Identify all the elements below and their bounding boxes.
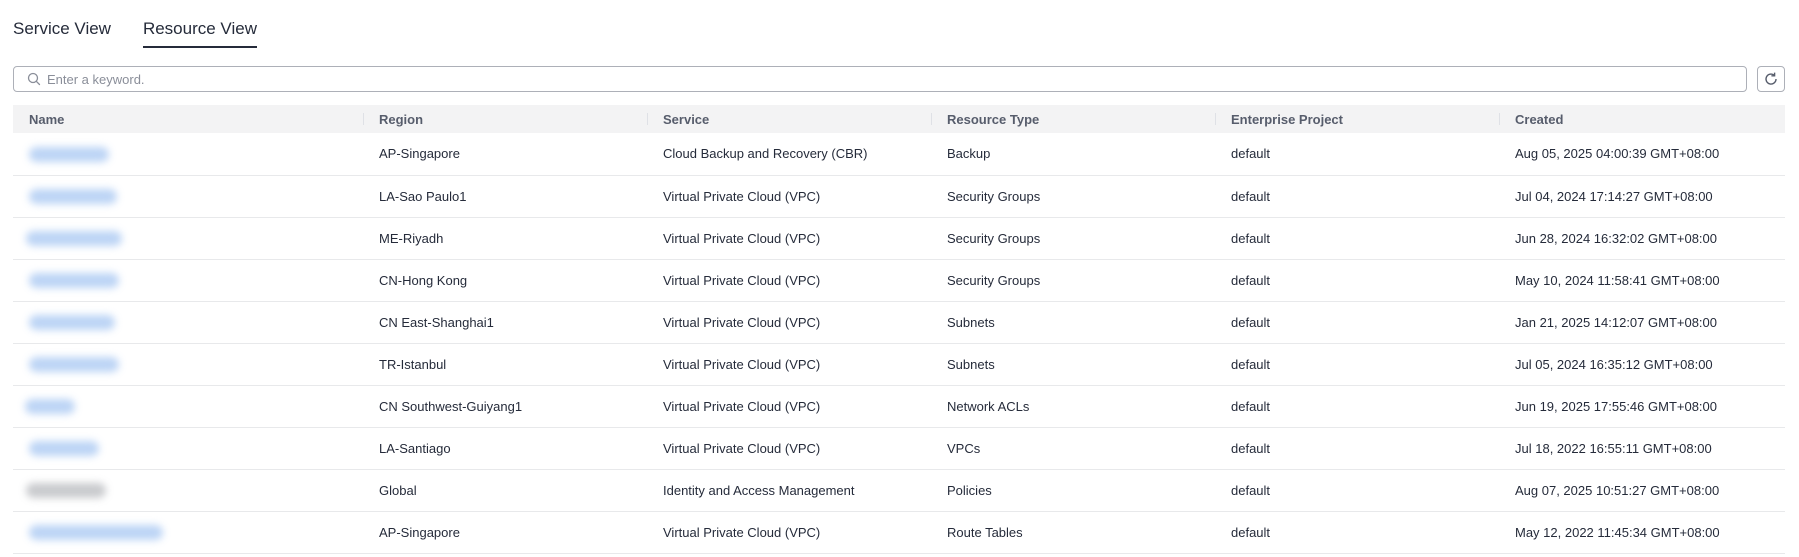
column-header-enterprise-project[interactable]: Enterprise Project	[1215, 105, 1499, 133]
cell-created: May 12, 2022 11:45:34 GMT+08:00	[1515, 524, 1720, 540]
cell-created: Aug 05, 2025 04:00:39 GMT+08:00	[1515, 146, 1720, 162]
cell-enterprise-project: default	[1231, 524, 1271, 540]
column-header-resource-type[interactable]: Resource Type	[931, 105, 1215, 133]
cell-resource-type: Security Groups	[947, 272, 1041, 288]
cell-region: LA-Sao Paulo1	[379, 188, 467, 204]
cell-created: Jul 04, 2024 17:14:27 GMT+08:00	[1515, 188, 1713, 204]
table-row: CN East-Shanghai1 Virtual Private Cloud …	[13, 301, 1785, 343]
cell-created: Aug 07, 2025 10:51:27 GMT+08:00	[1515, 482, 1720, 498]
cell-enterprise-project: default	[1231, 188, 1271, 204]
cell-service: Virtual Private Cloud (VPC)	[663, 188, 821, 204]
cell-enterprise-project: default	[1231, 314, 1271, 330]
cell-service: Virtual Private Cloud (VPC)	[663, 440, 821, 456]
cell-name[interactable]	[13, 175, 363, 217]
table-row: Global Identity and Access Management Po…	[13, 469, 1785, 511]
cell-created: Jan 21, 2025 14:12:07 GMT+08:00	[1515, 314, 1718, 330]
cell-service: Identity and Access Management	[663, 482, 855, 498]
redacted-name[interactable]	[29, 189, 117, 205]
cell-enterprise-project: default	[1231, 272, 1271, 288]
table-header-row: Name Region Service Resource Type Enterp…	[13, 105, 1785, 133]
table-row: TR-Istanbul Virtual Private Cloud (VPC) …	[13, 343, 1785, 385]
table-row: CN-Hong Kong Virtual Private Cloud (VPC)…	[13, 259, 1785, 301]
redacted-name[interactable]	[29, 441, 99, 457]
cell-service: Virtual Private Cloud (VPC)	[663, 314, 821, 330]
cell-name[interactable]	[13, 301, 363, 343]
cell-name[interactable]	[13, 385, 363, 427]
cell-region: CN East-Shanghai1	[379, 314, 494, 330]
cell-region: CN Southwest-Guiyang1	[379, 398, 523, 414]
redacted-name[interactable]	[26, 231, 122, 247]
table-row: CN Southwest-Guiyang1 Virtual Private Cl…	[13, 385, 1785, 427]
cell-enterprise-project: default	[1231, 482, 1271, 498]
column-header-name[interactable]: Name	[13, 105, 363, 133]
column-header-created[interactable]: Created	[1499, 105, 1785, 133]
cell-name[interactable]	[13, 133, 363, 175]
table-row: LA-Sao Paulo1 Virtual Private Cloud (VPC…	[13, 175, 1785, 217]
cell-service: Virtual Private Cloud (VPC)	[663, 398, 821, 414]
cell-resource-type: Backup	[947, 146, 991, 162]
cell-resource-type: Security Groups	[947, 188, 1041, 204]
cell-resource-type: VPCs	[947, 440, 981, 456]
cell-region: LA-Santiago	[379, 440, 451, 456]
cell-name[interactable]	[13, 217, 363, 259]
redacted-name[interactable]	[29, 357, 119, 373]
cell-created: Jun 28, 2024 16:32:02 GMT+08:00	[1515, 230, 1718, 246]
search-input[interactable]	[47, 71, 1746, 87]
cell-name[interactable]	[13, 343, 363, 385]
refresh-button[interactable]	[1757, 66, 1785, 92]
cell-region: AP-Singapore	[379, 146, 460, 162]
cell-enterprise-project: default	[1231, 356, 1271, 372]
cell-name[interactable]	[13, 469, 363, 511]
column-header-region[interactable]: Region	[363, 105, 647, 133]
cell-service: Virtual Private Cloud (VPC)	[663, 356, 821, 372]
cell-resource-type: Policies	[947, 482, 992, 498]
table-row: ME-Riyadh Virtual Private Cloud (VPC) Se…	[13, 217, 1785, 259]
cell-region: ME-Riyadh	[379, 230, 444, 246]
cell-enterprise-project: default	[1231, 440, 1271, 456]
tab-service-view[interactable]: Service View	[13, 0, 111, 50]
table-row: AP-Singapore Virtual Private Cloud (VPC)…	[13, 511, 1785, 553]
cell-enterprise-project: default	[1231, 398, 1271, 414]
cell-resource-type: Security Groups	[947, 230, 1041, 246]
cell-enterprise-project: default	[1231, 146, 1271, 162]
cell-name[interactable]	[13, 427, 363, 469]
redacted-name[interactable]	[29, 525, 163, 541]
redacted-name[interactable]	[29, 315, 115, 331]
redacted-name[interactable]	[25, 399, 75, 415]
cell-name[interactable]	[13, 259, 363, 301]
cell-region: Global	[379, 482, 417, 498]
cell-created: Jul 18, 2022 16:55:11 GMT+08:00	[1515, 440, 1712, 456]
cell-region: TR-Istanbul	[379, 356, 447, 372]
redacted-name[interactable]	[29, 146, 109, 162]
cell-created: Jul 05, 2024 16:35:12 GMT+08:00	[1515, 356, 1713, 372]
cell-created: Jun 19, 2025 17:55:46 GMT+08:00	[1515, 398, 1718, 414]
cell-resource-type: Route Tables	[947, 524, 1023, 540]
redacted-name[interactable]	[26, 483, 106, 499]
tab-resource-view[interactable]: Resource View	[142, 0, 258, 50]
search-icon	[27, 72, 41, 86]
table-row: LA-Santiago Virtual Private Cloud (VPC) …	[13, 427, 1785, 469]
redacted-name[interactable]	[29, 273, 119, 289]
cell-enterprise-project: default	[1231, 230, 1271, 246]
cell-region: AP-Singapore	[379, 524, 460, 540]
cell-name[interactable]	[13, 511, 363, 553]
search-box[interactable]	[13, 66, 1747, 92]
cell-service: Virtual Private Cloud (VPC)	[663, 272, 821, 288]
resource-table: Name Region Service Resource Type Enterp…	[13, 105, 1785, 554]
cell-resource-type: Subnets	[947, 314, 995, 330]
view-tabs: Service View Resource View	[13, 0, 289, 50]
cell-region: CN-Hong Kong	[379, 272, 468, 288]
cell-resource-type: Network ACLs	[947, 398, 1030, 414]
cell-service: Virtual Private Cloud (VPC)	[663, 230, 821, 246]
refresh-icon	[1763, 71, 1779, 87]
table-row: AP-Singapore Cloud Backup and Recovery (…	[13, 133, 1785, 175]
cell-service: Cloud Backup and Recovery (CBR)	[663, 146, 868, 162]
cell-created: May 10, 2024 11:58:41 GMT+08:00	[1515, 272, 1720, 288]
cell-resource-type: Subnets	[947, 356, 995, 372]
column-header-service[interactable]: Service	[647, 105, 931, 133]
cell-service: Virtual Private Cloud (VPC)	[663, 524, 821, 540]
